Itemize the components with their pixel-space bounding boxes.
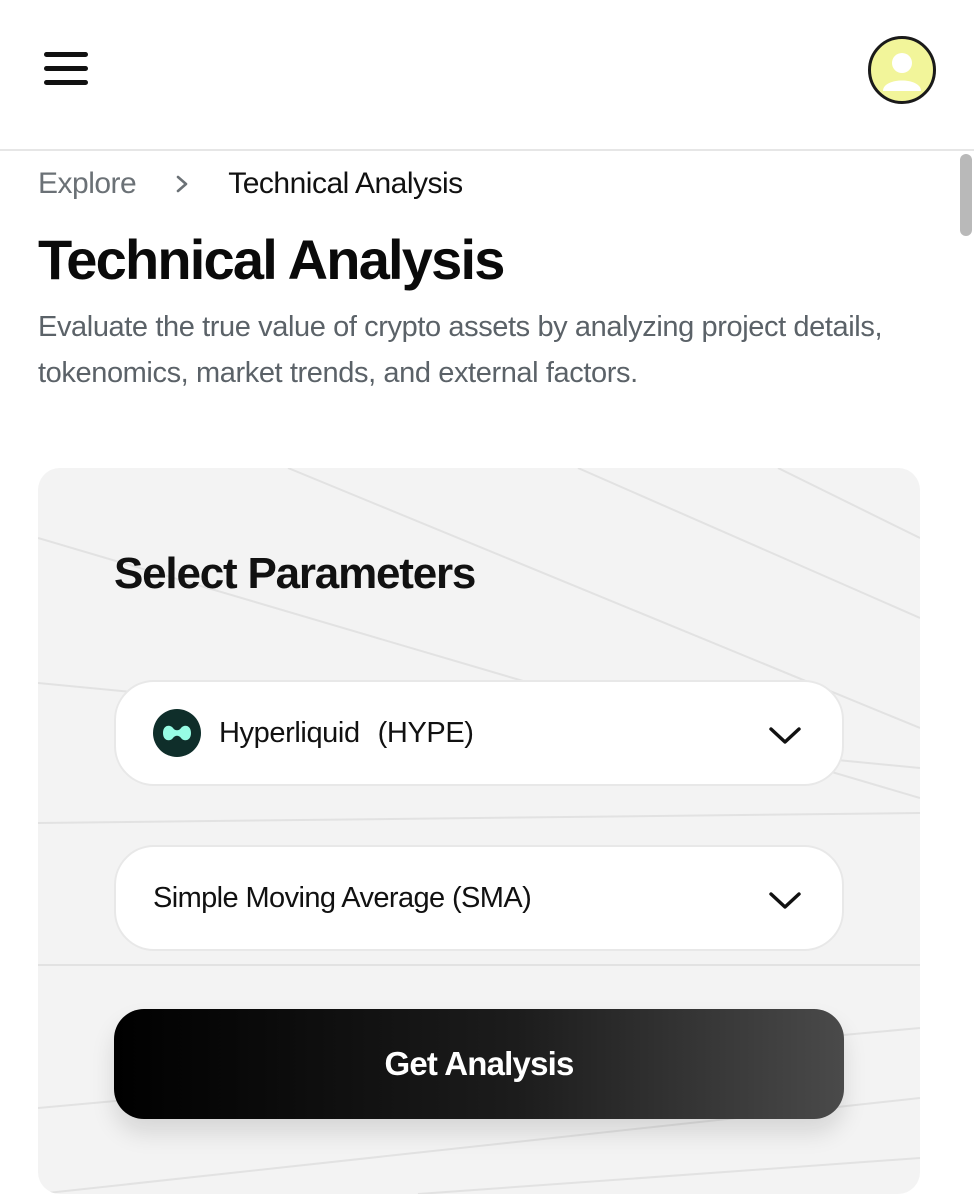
section-title: Select Parameters bbox=[114, 549, 476, 598]
asset-ticker: (HYPE) bbox=[377, 716, 474, 749]
menu-line bbox=[44, 66, 88, 71]
chevron-down-icon[interactable] bbox=[766, 718, 804, 752]
page-scrollbar[interactable] bbox=[958, 152, 974, 1200]
menu-line bbox=[44, 80, 88, 85]
user-avatar-icon[interactable] bbox=[868, 36, 936, 104]
indicator-value: Simple Moving Average (SMA) bbox=[153, 881, 532, 914]
parameters-card: Select Parameters Hyperliquid (HYPE) Sim… bbox=[38, 468, 920, 1194]
page-title: Technical Analysis bbox=[38, 228, 505, 291]
breadcrumb-explore-link[interactable]: Explore bbox=[38, 167, 137, 201]
chevron-right-icon bbox=[162, 164, 202, 204]
user-silhouette-icon bbox=[883, 53, 921, 91]
get-analysis-label: Get Analysis bbox=[384, 1045, 574, 1082]
top-bar bbox=[0, 0, 974, 151]
page-description: Evaluate the true value of crypto assets… bbox=[38, 311, 883, 389]
breadcrumb-current: Technical Analysis bbox=[228, 167, 463, 200]
asset-name: Hyperliquid bbox=[219, 716, 360, 749]
breadcrumb: Explore Technical Analysis bbox=[38, 164, 463, 204]
scrollbar-thumb[interactable] bbox=[960, 154, 972, 236]
hyperliquid-logo-icon bbox=[153, 709, 201, 757]
asset-select[interactable]: Hyperliquid (HYPE) bbox=[114, 680, 844, 786]
menu-line bbox=[44, 52, 88, 57]
get-analysis-button[interactable]: Get Analysis bbox=[114, 1009, 844, 1119]
chevron-down-icon[interactable] bbox=[766, 883, 804, 917]
indicator-select[interactable]: Simple Moving Average (SMA) bbox=[114, 845, 844, 951]
hamburger-menu-icon[interactable] bbox=[38, 44, 94, 94]
